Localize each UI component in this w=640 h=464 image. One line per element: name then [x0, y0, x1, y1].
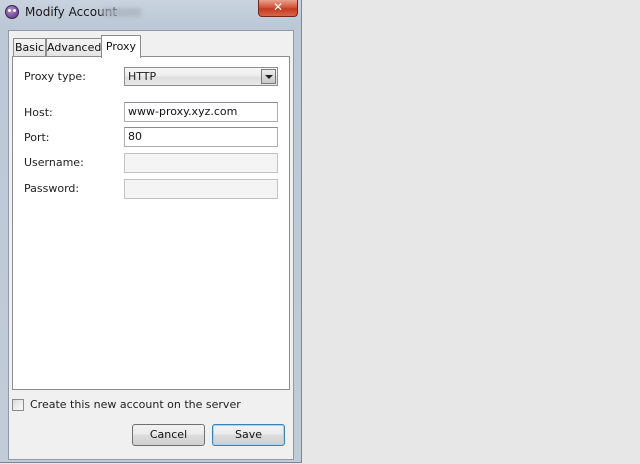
port-input[interactable]: 80: [124, 127, 278, 147]
app-icon: [5, 5, 19, 19]
username-input[interactable]: [124, 153, 278, 173]
port-label: Port:: [24, 131, 50, 144]
dialog-client-area: Basic Advanced Proxy Proxy type: HTTP Ho…: [8, 30, 294, 460]
password-label: Password:: [24, 182, 80, 195]
close-button[interactable]: ✕: [258, 0, 298, 17]
proxy-type-select[interactable]: HTTP: [124, 67, 278, 86]
proxy-settings-panel: Proxy type: HTTP Host: www-proxy.xyz.com…: [12, 56, 290, 390]
create-account-label[interactable]: Create this new account on the server: [30, 398, 241, 411]
modify-account-dialog: Modify Account ✕ Basic Advanced Proxy Pr…: [0, 0, 302, 463]
tab-proxy[interactable]: Proxy: [101, 35, 141, 58]
tab-advanced[interactable]: Advanced: [46, 38, 102, 57]
desktop-background: [303, 0, 640, 464]
chevron-down-icon[interactable]: [261, 69, 276, 84]
port-value: 80: [128, 130, 142, 143]
host-label: Host:: [24, 106, 53, 119]
title-bar[interactable]: Modify Account ✕: [0, 0, 301, 26]
proxy-type-value: HTTP: [128, 70, 157, 83]
tab-basic[interactable]: Basic: [13, 38, 46, 57]
title-redacted-blur: [102, 8, 142, 17]
password-input[interactable]: [124, 179, 278, 199]
host-input[interactable]: www-proxy.xyz.com: [124, 102, 278, 122]
host-value: www-proxy.xyz.com: [128, 105, 238, 118]
username-label: Username:: [24, 156, 84, 169]
create-account-checkbox[interactable]: [12, 399, 24, 411]
save-button[interactable]: Save: [212, 424, 285, 446]
cancel-button[interactable]: Cancel: [132, 424, 205, 446]
close-icon: ✕: [272, 0, 284, 14]
proxy-type-label: Proxy type:: [24, 70, 86, 83]
